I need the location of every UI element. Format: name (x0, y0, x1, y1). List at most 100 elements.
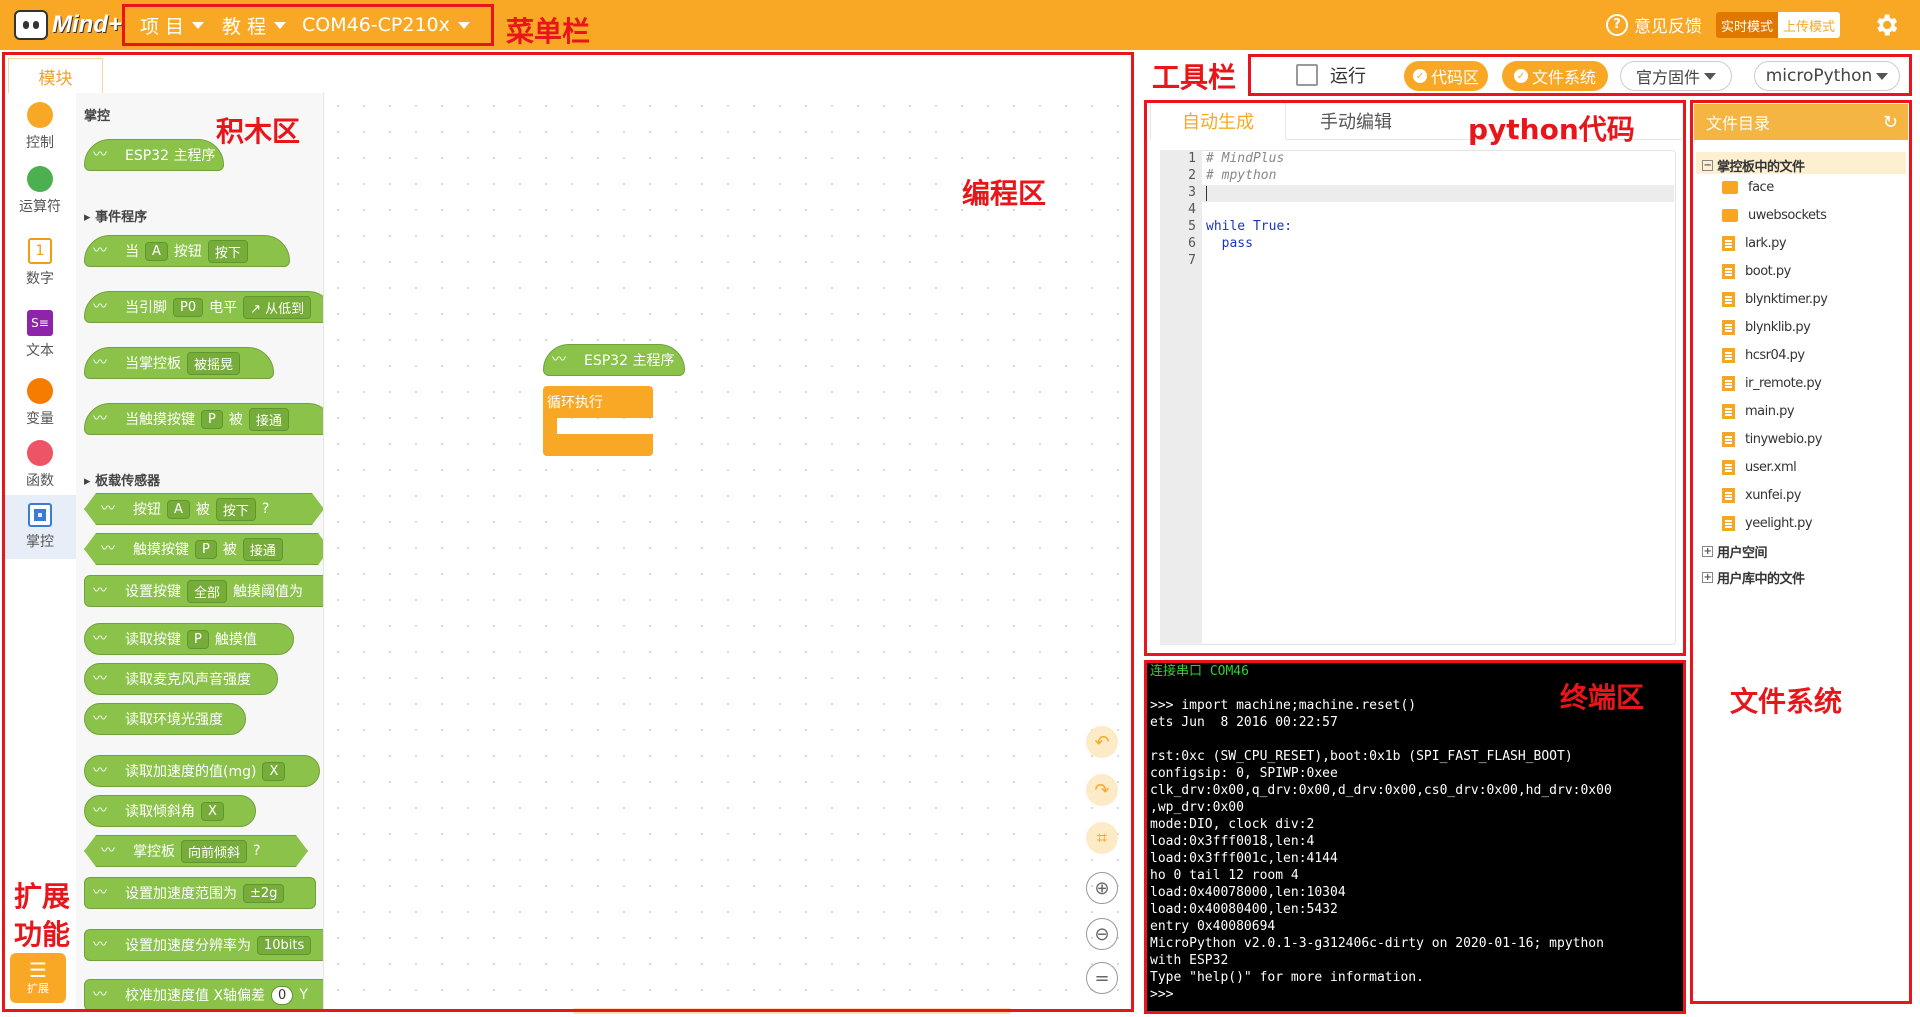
realtime-mode-option[interactable]: 实时模式 (1716, 12, 1779, 38)
block-dropdown[interactable]: A (145, 241, 168, 261)
menu-project[interactable]: 项 目 (140, 12, 205, 38)
category-control[interactable]: 控制 (4, 95, 76, 159)
block-when-touch[interactable]: 〰 当触摸按键 P 被接通 (84, 403, 323, 435)
block-text: Y (299, 987, 308, 1003)
block-dropdown[interactable]: 全部 (187, 579, 228, 603)
zoom-out-icon[interactable]: ⊖ (1086, 918, 1118, 950)
file-item[interactable]: uwebsockets (1722, 208, 1827, 223)
extension-button[interactable]: ☰ 扩展 (10, 953, 66, 1003)
tab-auto-generate[interactable]: 自动生成 (1150, 102, 1286, 140)
expand-icon[interactable]: + (1702, 572, 1713, 583)
file-item[interactable]: xunfei.py (1722, 488, 1801, 503)
category-function[interactable]: 函数 (4, 433, 76, 497)
block-dropdown[interactable]: 被摇晃 (187, 351, 241, 375)
swirl-icon: 〰 (93, 583, 107, 599)
code-line: pass (1206, 236, 1253, 251)
terminal-line: Type "help()" for more information. (1150, 970, 1424, 985)
gear-icon[interactable] (1872, 11, 1900, 39)
category-variable[interactable]: 变量 (4, 371, 76, 435)
programming-workspace[interactable] (325, 93, 1131, 1009)
undo-icon[interactable]: ↶ (1086, 726, 1118, 758)
toggle-code-area[interactable]: ✓ 代码区 (1404, 61, 1488, 91)
menu-tutorial[interactable]: 教 程 (222, 12, 287, 38)
run-button[interactable]: 运行 (1296, 62, 1366, 88)
block-dropdown[interactable]: 接通 (248, 407, 289, 431)
user-space-folder[interactable]: + 用户空间 (1702, 542, 1768, 561)
mode-switch[interactable]: 实时模式 上传模式 (1716, 12, 1841, 38)
block-when-shaken[interactable]: 〰 当掌控板 被摇晃 (84, 347, 274, 379)
workspace-esp32-main-block[interactable]: 〰 ESP32 主程序 (543, 344, 685, 376)
file-icon (1722, 264, 1735, 279)
file-item[interactable]: main.py (1722, 404, 1795, 419)
menu-port[interactable]: COM46-CP210x (302, 12, 470, 38)
upload-mode-option[interactable]: 上传模式 (1778, 12, 1841, 38)
block-touch-pressed[interactable]: 〰 触摸按键 P 被接通 (84, 533, 324, 565)
feedback-button[interactable]: ? 意见反馈 (1606, 12, 1702, 37)
file-item[interactable]: yeelight.py (1722, 516, 1813, 531)
file-item[interactable]: blynktimer.py (1722, 292, 1828, 307)
file-item[interactable]: tinywebio.py (1722, 432, 1822, 447)
block-number-input[interactable]: 0 (271, 985, 294, 1005)
block-set-accel-resolution[interactable]: 〰 设置加速度分辨率为 10bits (84, 929, 323, 961)
block-dropdown[interactable]: P (187, 629, 209, 649)
block-read-tilt[interactable]: 〰 读取倾斜角 X (84, 795, 256, 827)
block-dropdown[interactable]: ↗ 从低到 (243, 295, 312, 319)
block-read-light[interactable]: 〰 读取环境光强度 (84, 703, 246, 735)
block-read-mic[interactable]: 〰 读取麦克风声音强度 (84, 663, 278, 695)
file-item[interactable]: face (1722, 180, 1774, 195)
block-dropdown[interactable]: X (201, 801, 224, 821)
crop-icon[interactable]: ⌗ (1086, 822, 1118, 854)
redo-icon[interactable]: ↷ (1086, 774, 1118, 806)
block-dropdown[interactable]: A (167, 500, 190, 519)
block-button-pressed[interactable]: 〰 按钮 A 被按下? (84, 493, 324, 525)
collapse-icon[interactable]: − (1702, 160, 1713, 171)
workspace-loop-block[interactable]: 循环执行 (543, 386, 653, 456)
block-dropdown[interactable]: P (201, 409, 223, 429)
toggle-file-system[interactable]: ✓ 文件系统 (1502, 61, 1608, 91)
file-item[interactable]: ir_remote.py (1722, 376, 1822, 391)
block-set-touch-threshold[interactable]: 〰 设置按键 全部 触摸阈值为 (84, 575, 323, 607)
file-item[interactable]: lark.py (1722, 236, 1787, 251)
zoom-in-icon[interactable]: ⊕ (1086, 872, 1118, 904)
tab-manual-edit[interactable]: 手动编辑 (1290, 102, 1422, 140)
tab-blocks[interactable]: 模块 (8, 58, 103, 93)
block-dropdown[interactable]: 向前倾斜 (181, 840, 247, 863)
block-dropdown[interactable]: 10bits (257, 935, 312, 955)
category-column: 控制 运算符 1 数字 S≡ 文本 变量 函数 掌控 ☰ 扩展 (4, 93, 76, 1009)
block-when-pin[interactable]: 〰 当引脚 P0 电平 ↗ 从低到 (84, 291, 323, 323)
category-text[interactable]: S≡ 文本 (4, 303, 76, 367)
block-dropdown[interactable]: P (195, 540, 217, 559)
category-number[interactable]: 1 数字 (4, 231, 76, 295)
block-text: 当掌控板 (125, 356, 181, 372)
block-dropdown[interactable]: 按下 (216, 498, 256, 521)
workspace-scrollbar[interactable] (572, 1008, 1012, 1014)
terminal-line: clk_drv:0x00,q_drv:0x00,d_drv:0x00,cs0_d… (1150, 783, 1612, 798)
block-read-accel[interactable]: 〰 读取加速度的值(mg) X (84, 755, 320, 787)
firmware-select[interactable]: 官方固件 (1620, 61, 1732, 91)
block-dropdown[interactable]: P0 (173, 297, 204, 317)
block-set-accel-range[interactable]: 〰 设置加速度范围为 ±2g (84, 877, 316, 909)
board-files-folder[interactable]: − 掌控板中的文件 (1702, 156, 1805, 175)
block-board-tilted[interactable]: 〰 掌控板 向前倾斜? (84, 835, 308, 867)
block-dropdown[interactable]: ±2g (243, 883, 285, 903)
user-lib-folder[interactable]: + 用户库中的文件 (1702, 568, 1805, 587)
block-calibrate-accel[interactable]: 〰 校准加速度值 X轴偏差 0 Y (84, 979, 323, 1009)
reset-zoom-icon[interactable]: = (1086, 962, 1118, 994)
file-item[interactable]: user.xml (1722, 460, 1797, 475)
block-when-button[interactable]: 〰 当 A 按钮 按下 (84, 235, 290, 267)
block-dropdown[interactable]: X (262, 761, 286, 781)
refresh-icon[interactable]: ↻ (1883, 112, 1898, 133)
language-select[interactable]: microPython (1754, 61, 1900, 91)
file-item[interactable]: blynklib.py (1722, 320, 1811, 335)
category-board[interactable]: 掌控 (4, 495, 76, 559)
category-operators[interactable]: 运算符 (4, 159, 76, 223)
file-item[interactable]: hcsr04.py (1722, 348, 1805, 363)
category-label: 变量 (26, 411, 54, 427)
block-dropdown[interactable]: 接通 (243, 538, 283, 561)
block-read-touch[interactable]: 〰 读取按键 P 触摸值 (84, 623, 294, 655)
expand-icon[interactable]: + (1702, 546, 1713, 557)
block-esp32-main[interactable]: 〰 ESP32 主程序 (84, 139, 224, 171)
block-text: 按钮 (133, 502, 161, 518)
file-item[interactable]: boot.py (1722, 264, 1791, 279)
block-dropdown[interactable]: 按下 (207, 239, 248, 263)
